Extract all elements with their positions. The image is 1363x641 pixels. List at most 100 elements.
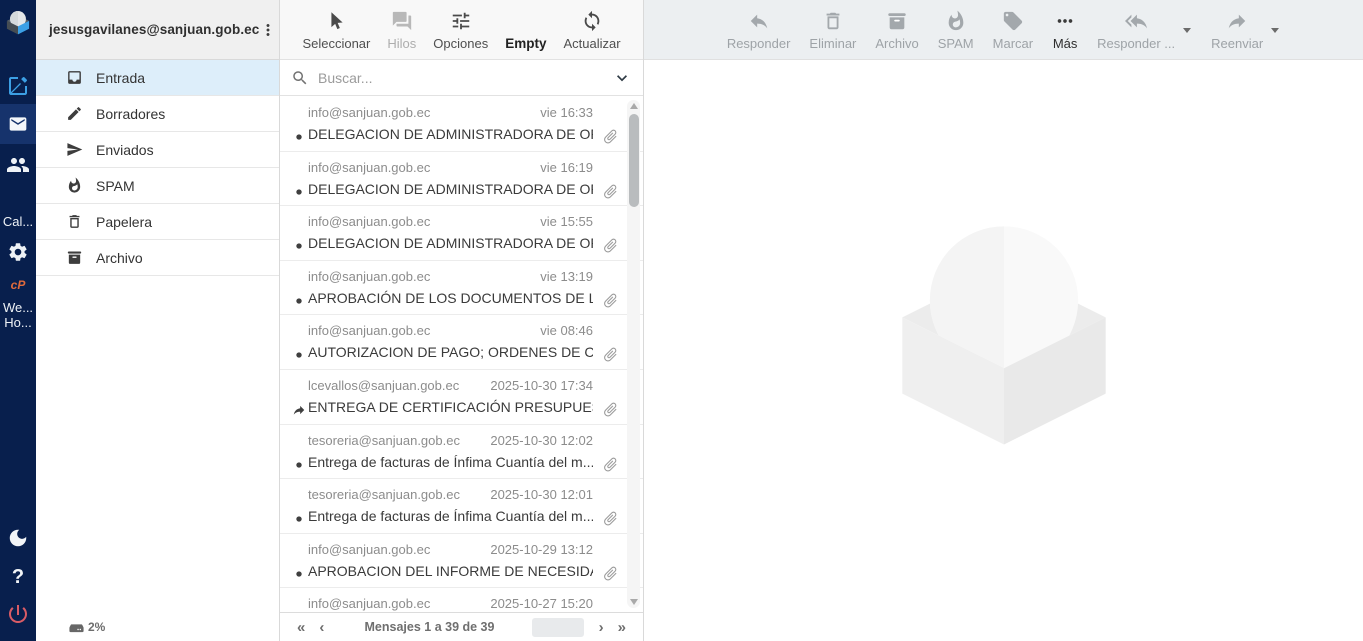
toolbar-button-reply-all[interactable]: Responder ... [1095,0,1194,59]
home-label-line1: We... [0,300,36,315]
rail-calendar-link[interactable]: Cal... [0,214,36,229]
attachment-icon [598,234,622,258]
tag-icon [1000,7,1026,34]
home-label-line2: Ho... [0,315,36,330]
toolbar-button-more[interactable]: Más [1050,0,1080,59]
toolbar-button-refresh[interactable]: Actualizar [561,0,622,59]
toolbar-button-reply[interactable]: Responder [725,0,793,59]
dropdown-caret-icon[interactable] [1183,28,1191,33]
sidebar-folder-borradores[interactable]: Borradores [36,96,279,132]
prev-page-button[interactable]: ‹ [312,620,331,635]
first-page-button[interactable]: « [290,620,312,635]
rail-cpanel-link[interactable]: cP [0,278,36,293]
sidebar-folder-archivo[interactable]: Archivo [36,240,279,276]
toolbar-button-threads[interactable]: Hilos [385,0,418,59]
threads-icon [389,7,415,34]
kebab-icon[interactable] [259,21,277,39]
message-row[interactable]: info@sanjuan.gob.ecvie 15:55DELEGACION D… [280,206,643,261]
unread-dot-icon [292,239,306,253]
message-sender: info@sanjuan.gob.ec [308,323,430,338]
unread-dot-icon [292,294,306,308]
list-scrollbar[interactable] [627,100,640,608]
message-row[interactable]: lcevallos@sanjuan.gob.ec2025-10-30 17:34… [280,370,643,425]
message-view-pane: Responder Eliminar Archivo SPAM Marcar Más Res… [643,0,1363,641]
chevron-down-icon[interactable] [612,68,632,88]
message-sender: info@sanjuan.gob.ec [308,596,430,611]
message-list: info@sanjuan.gob.ec vie 16:33 DELEGACION D… [280,97,643,612]
toolbar-button-forward[interactable]: Reenviar [1209,0,1282,59]
toolbar-button-pointer[interactable]: Seleccionar [300,0,372,59]
sidebar-folder-enviados[interactable]: Enviados [36,132,279,168]
last-page-button[interactable]: » [611,620,633,635]
search-bar[interactable]: Buscar... [280,60,643,96]
refresh-icon [579,7,605,34]
attachment-icon [598,288,622,312]
compose-button[interactable] [0,74,36,98]
message-row[interactable]: info@sanjuan.gob.ecvie 08:46AUTORIZACION… [280,315,643,370]
message-row[interactable]: info@sanjuan.gob.ecvie 16:19DELEGACION D… [280,152,643,207]
attachment-icon [598,343,622,367]
message-date: vie 13:19 [540,269,593,284]
toolbar-button-label: Más [1053,36,1078,51]
storage-icon [68,618,85,635]
search-input[interactable]: Buscar... [318,70,612,86]
attachment-icon [598,561,622,585]
message-date: vie 08:46 [540,323,593,338]
rail-contacts-button[interactable] [0,153,36,177]
toolbar-button-label: SPAM [938,36,974,51]
message-row[interactable]: tesoreria@sanjuan.gob.ec2025-10-30 12:02… [280,425,643,480]
message-date: 2025-10-30 12:01 [490,487,593,502]
power-icon [6,602,30,626]
moon-icon [7,527,29,549]
message-date: vie 16:33 [540,105,593,120]
help-button[interactable]: ? [0,566,36,589]
quota-value: 2% [88,620,105,634]
scroll-up-arrow[interactable] [630,103,638,109]
toolbar-button-label: Seleccionar [302,36,370,51]
message-row[interactable]: info@sanjuan.gob.ec2025-10-29 13:12APROB… [280,534,643,589]
rail-mail-button[interactable] [0,104,36,144]
page-input[interactable] [532,618,584,637]
message-sender: info@sanjuan.gob.ec [308,214,430,229]
message-row[interactable]: info@sanjuan.gob.ecvie 16:33DELEGACION D… [280,97,643,152]
message-row[interactable]: tesoreria@sanjuan.gob.ec2025-10-30 12:01… [280,479,643,534]
toolbar-button-trash[interactable]: Eliminar [807,0,858,59]
scrollbar-thumb[interactable] [629,114,639,207]
folder-label: Entrada [96,70,145,86]
list-toolbar: Seleccionar Hilos Opciones Empty Actualizar [280,0,643,60]
message-subject: DELEGACION DE ADMINISTRADORA DE OR... [308,126,593,142]
toolbar-button-archive[interactable]: Archivo [873,0,920,59]
message-row[interactable]: info@sanjuan.gob.ec2025-10-27 15:20 [280,588,643,612]
toolbar-button-fire[interactable]: SPAM [936,0,976,59]
rail-webmail-home-link[interactable]: We... Ho... [0,300,36,330]
account-email: jesusgavilanes@sanjuan.gob.ec [49,22,259,37]
message-sender: info@sanjuan.gob.ec [308,542,430,557]
dark-mode-button[interactable] [0,527,36,549]
sidebar-folder-entrada[interactable]: Entrada [36,60,279,96]
toolbar-button-tag[interactable]: Marcar [991,0,1035,59]
message-sender: info@sanjuan.gob.ec [308,160,430,175]
message-sender: lcevallos@sanjuan.gob.ec [308,378,459,393]
attachment-icon [598,507,622,531]
reply-all-icon [1123,7,1149,34]
next-page-button[interactable]: › [592,620,611,635]
message-list-pane: SeleccionarHilosOpcionesEmptyActualizar … [280,0,643,641]
sidebar-folder-papelera[interactable]: Papelera [36,204,279,240]
dropdown-caret-icon[interactable] [1271,28,1279,33]
sidebar-folder-spam[interactable]: SPAM [36,168,279,204]
attachment-icon [598,397,622,421]
message-sender: tesoreria@sanjuan.gob.ec [308,433,460,448]
scroll-down-arrow[interactable] [630,599,638,605]
message-row[interactable]: info@sanjuan.gob.ecvie 13:19APROBACIÓN D… [280,261,643,316]
toolbar-button-tune[interactable]: Opciones [431,0,490,59]
folder-label: Archivo [96,250,143,266]
fire-icon [943,7,969,34]
toolbar-button-label: Marcar [993,36,1033,51]
toolbar-button-empty[interactable]: Empty [503,0,548,59]
unread-dot-icon [292,348,306,362]
message-subject: Entrega de facturas de Ínfima Cuantía de… [308,508,593,524]
logout-button[interactable] [0,602,36,626]
rail-settings-button[interactable] [0,241,36,263]
pagination-bar: « ‹ Mensajes 1 a 39 de 39 › » [280,612,643,641]
attachment-icon [598,452,622,476]
